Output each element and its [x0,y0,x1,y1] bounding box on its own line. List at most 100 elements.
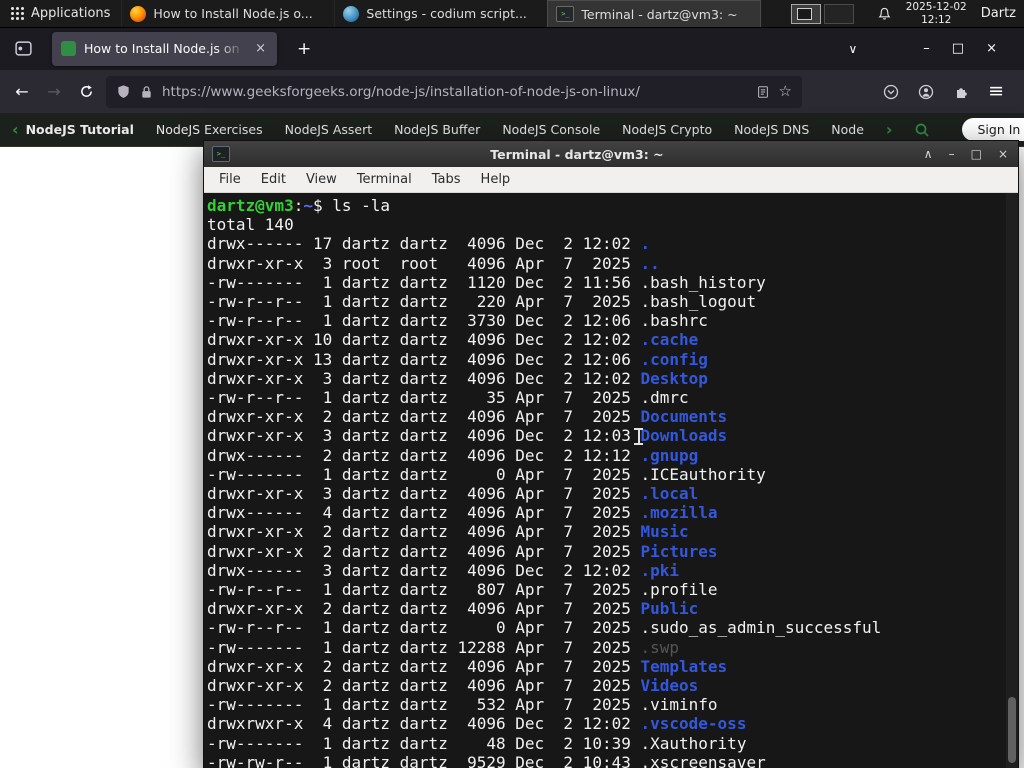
file-meta: -rw------- 1 dartz dartz 48 Dec 2 10:39 [207,733,641,753]
tab-close-button[interactable]: × [253,40,268,57]
firefox-view-button[interactable] [8,34,38,64]
terminal-menu-item[interactable]: File [210,170,250,189]
terminal-output-area[interactable]: dartz@vm3:~$ ls -la total 140 drwx------… [204,193,1018,768]
user-menu[interactable]: Dartz [981,6,1016,21]
reload-button[interactable] [70,77,102,107]
chevron-left-icon: ‹ [12,119,19,139]
terminal-line: -rw------- 1 dartz dartz 48 Dec 2 10:39 … [207,734,1004,753]
menu-button[interactable]: ≡ [988,82,1004,101]
file-name: .Xauthority [640,733,747,753]
firefox-icon [130,5,147,22]
window-minimize-button[interactable]: – [912,41,941,56]
gfg-menu-item[interactable]: NodeJS Assert [285,122,373,137]
back-button[interactable]: ← [6,77,38,107]
file-meta: -rw------- 1 dartz dartz 1120 Dec 2 11:5… [207,272,641,292]
terminal-line: drwxr-xr-x 3 dartz dartz 4096 Dec 2 12:0… [207,369,1004,388]
applications-menu-button[interactable]: Applications [0,0,121,27]
reader-mode-icon[interactable] [756,85,770,99]
terminal-menu-item[interactable]: Help [472,170,520,189]
pocket-icon[interactable] [883,84,899,100]
notifications-bell-icon[interactable] [877,6,892,22]
bookmark-star-icon[interactable]: ☆ [779,84,792,99]
file-meta: -rw-r--r-- 1 dartz dartz 807 Apr 7 2025 [207,580,641,600]
terminal-line: drwxr-xr-x 3 root root 4096 Apr 7 2025 .… [207,254,1004,273]
settings-icon [343,5,360,22]
file-name: .local [640,484,699,504]
gfg-back-link[interactable]: ‹ NodeJS Tutorial [12,119,134,139]
gfg-menu-item[interactable]: Node [831,122,864,137]
browser-tab[interactable]: How to Install Node.js on × [52,31,277,66]
url-bar[interactable]: https://www.geeksforgeeks.org/node-js/in… [106,75,802,108]
file-meta: drwxr-xr-x 2 dartz dartz 4096 Apr 7 2025 [207,656,641,676]
file-meta: drwxr-xr-x 10 dartz dartz 4096 Dec 2 12:… [207,330,641,350]
window-restore-button[interactable]: □ [941,41,975,56]
terminal-minimize-button[interactable]: – [949,147,955,161]
file-name: Desktop [640,368,708,388]
terminal-maximize-button[interactable]: □ [971,147,982,161]
scrollbar-thumb[interactable] [1008,697,1016,763]
terminal-menu-item[interactable]: Edit [252,170,295,189]
gfg-menu-item[interactable]: NodeJS DNS [734,122,809,137]
taskbar-item-browser[interactable]: How to Install Node.js o... [121,0,334,27]
gfg-menu-item[interactable]: NodeJS Crypto [622,122,712,137]
file-name: .ICEauthority [640,464,766,484]
gfg-menu-item[interactable]: NodeJS Exercises [156,122,263,137]
workspace-1[interactable] [791,3,822,24]
sign-in-button[interactable]: Sign In [962,118,1024,141]
workspace-window-thumb [797,7,813,20]
file-meta: drwxr-xr-x 2 dartz dartz 4096 Apr 7 2025 [207,599,641,619]
list-tabs-button[interactable]: ∨ [838,42,869,56]
terminal-line: -rw-rw-r-- 1 dartz dartz 9529 Dec 2 10:4… [207,753,1004,768]
file-name: .gnupg [640,445,699,465]
file-meta: drwxr-xr-x 3 dartz dartz 4096 Apr 7 2025 [207,484,641,504]
terminal-menu-item[interactable]: Tabs [423,170,470,189]
terminal-menu-item[interactable]: Terminal [348,170,421,189]
file-meta: drwx------ 3 dartz dartz 4096 Dec 2 12:0… [207,560,641,580]
taskbar-item-terminal[interactable]: >_ Terminal - dartz@vm3: ~ [547,0,762,27]
file-meta: drwx------ 4 dartz dartz 4096 Apr 7 2025 [207,503,641,523]
account-icon[interactable] [918,84,934,100]
tracking-shield-icon[interactable] [116,84,131,99]
terminal-window-icon: >_ [212,146,230,162]
file-meta: -rw------- 1 dartz dartz 0 Apr 7 2025 [207,464,641,484]
terminal-line: drwx------ 17 dartz dartz 4096 Dec 2 12:… [207,234,1004,253]
file-meta: -rw------- 1 dartz dartz 532 Apr 7 2025 [207,695,641,715]
panel-clock[interactable]: 2025-12-02 12:12 [906,1,967,26]
file-name: Public [640,599,699,619]
forward-button[interactable]: → [38,77,70,107]
terminal-menu-item[interactable]: View [297,170,346,189]
terminal-shade-button[interactable]: ∧ [924,147,933,161]
terminal-line: drwx------ 2 dartz dartz 4096 Dec 2 12:1… [207,446,1004,465]
task-title: How to Install Node.js o... [153,6,313,21]
file-name: Music [640,522,689,542]
applications-label: Applications [31,6,111,21]
lock-icon[interactable] [140,85,153,99]
file-name: . [640,234,651,254]
terminal-line: drwxr-xr-x 2 dartz dartz 4096 Apr 7 2025… [207,657,1004,676]
terminal-menubar: File Edit View Terminal Tabs Help [204,167,1018,193]
extensions-icon[interactable] [953,84,969,100]
window-close-button[interactable]: × [975,41,1008,56]
search-icon[interactable] [914,122,930,138]
task-title: Settings - codium script... [366,6,527,21]
terminal-titlebar[interactable]: >_ Terminal - dartz@vm3: ~ ∧ – □ × [204,141,1018,167]
file-name: .. [640,253,660,273]
file-name: Videos [640,676,699,696]
file-name: .mozilla [640,503,718,523]
terminal-line: drwxr-xr-x 2 dartz dartz 4096 Apr 7 2025… [207,407,1004,426]
file-name: .sudo_as_admin_successful [640,618,882,638]
workspace-2[interactable] [824,3,855,24]
new-tab-button[interactable]: + [289,35,319,63]
terminal-total-line: total 140 [207,215,294,235]
terminal-close-button[interactable]: × [998,147,1008,161]
url-text: https://www.geeksforgeeks.org/node-js/in… [162,83,640,100]
file-meta: -rw-r--r-- 1 dartz dartz 35 Apr 7 2025 [207,388,641,408]
file-name: .dmrc [640,388,689,408]
taskbar-item-settings[interactable]: Settings - codium script... [334,0,547,27]
terminal-scrollbar[interactable] [1006,193,1018,768]
gfg-menu-item[interactable]: NodeJS Console [502,122,600,137]
terminal-line: -rw-r--r-- 1 dartz dartz 35 Apr 7 2025 .… [207,388,1004,407]
chevron-right-icon[interactable]: › [886,121,893,138]
gfg-menu-item[interactable]: NodeJS Buffer [394,122,480,137]
terminal-line: drwxr-xr-x 2 dartz dartz 4096 Apr 7 2025… [207,542,1004,561]
